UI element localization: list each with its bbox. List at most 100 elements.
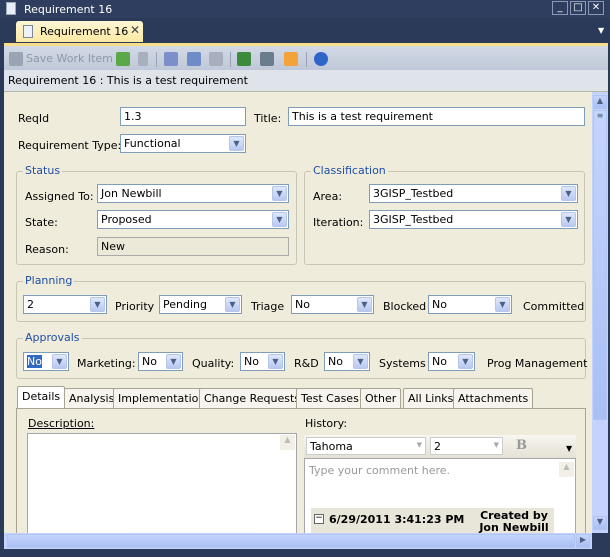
planning-group: Planning 2 ▼ Priority Pending ▼ Triage No ▼… (16, 274, 586, 322)
minimize-button[interactable]: _ (552, 1, 568, 15)
tab-list-dropdown-icon[interactable]: ▼ (598, 26, 604, 35)
scroll-up-icon[interactable]: ▲ (280, 435, 295, 450)
state-select[interactable]: Proposed ▼ (97, 210, 289, 229)
blocked-label: Blocked (383, 300, 427, 313)
details-panel: Description: ▲ History: Tahoma ▼ 2 ▼ B ▼ T… (16, 408, 586, 533)
history-label: History: (305, 417, 348, 430)
description-label: Description: (28, 417, 95, 430)
document-tab[interactable]: Requirement 16 ✕ (16, 21, 143, 42)
triage-select[interactable]: No ▼ (291, 295, 374, 314)
toolbar-overflow-icon[interactable]: ▼ (566, 444, 572, 453)
description-textarea[interactable]: ▲ (27, 433, 297, 533)
systems-select[interactable]: No ▼ (428, 352, 475, 371)
chevron-down-icon[interactable]: ▼ (268, 354, 283, 369)
triage-value: No (295, 298, 310, 311)
font-size-value: 2 (434, 440, 441, 453)
toolbar-separator (306, 52, 307, 67)
tab-all-links[interactable]: All Links (403, 388, 459, 409)
tab-analysis[interactable]: Analysis (64, 388, 120, 409)
tab-change-requests[interactable]: Change Requests (199, 388, 306, 409)
priority-value: Pending (163, 298, 207, 311)
marketing-value: No (142, 355, 157, 368)
vertical-scrollbar[interactable]: ▲ ≡ ▼ (592, 92, 608, 533)
chevron-down-icon[interactable]: ▼ (225, 297, 240, 312)
scroll-up-icon[interactable]: ▲ (559, 462, 574, 477)
chevron-down-icon[interactable]: ▼ (272, 212, 287, 227)
project-icon[interactable] (260, 52, 274, 66)
area-select[interactable]: 3GISP_Testbed ▼ (369, 184, 578, 203)
scroll-up-icon[interactable]: ▲ (593, 95, 607, 109)
excel-icon[interactable] (237, 52, 251, 66)
quality-select[interactable]: No ▼ (240, 352, 285, 371)
horizontal-scrollbar[interactable]: ▶ (4, 533, 592, 549)
rd-label: R&D (294, 357, 319, 370)
iteration-select[interactable]: 3GISP_Testbed ▼ (369, 210, 578, 229)
chevron-down-icon[interactable]: ▼ (229, 136, 244, 151)
chevron-down-icon[interactable]: ▼ (272, 186, 287, 201)
approvals-first-select[interactable]: No ▼ (23, 352, 69, 371)
close-tab-icon[interactable]: ✕ (130, 23, 140, 37)
approvals-group: Approvals No ▼ Marketing: No ▼ Quality: No… (16, 331, 587, 379)
outlook-icon[interactable] (284, 52, 298, 66)
tab-details[interactable]: Details (17, 386, 66, 409)
scroll-down-icon[interactable]: ▼ (593, 516, 607, 530)
systems-value: No (432, 355, 447, 368)
link-icon[interactable] (209, 52, 223, 66)
tab-implementation[interactable]: Implementation (113, 388, 211, 409)
toolbar-separator (156, 52, 157, 67)
scrollbar-thumb[interactable] (7, 534, 575, 548)
help-icon[interactable] (314, 52, 328, 66)
history-comment-area[interactable]: Type your comment here. ▲ − 6/29/2011 3:… (304, 458, 576, 533)
maximize-button[interactable]: □ (570, 1, 586, 15)
marketing-select[interactable]: No ▼ (138, 352, 183, 371)
tab-test-cases[interactable]: Test Cases (296, 388, 364, 409)
priority-select[interactable]: Pending ▼ (159, 295, 242, 314)
chevron-down-icon[interactable]: ▼ (166, 354, 181, 369)
marketing-label: Marketing: (77, 357, 136, 370)
document-tab-label: Requirement 16 (40, 25, 129, 38)
classification-group-title: Classification (311, 164, 388, 177)
chevron-down-icon[interactable]: ▼ (561, 212, 576, 227)
close-button[interactable]: ✕ (588, 1, 604, 15)
new-linked-item-icon[interactable] (164, 52, 178, 66)
chevron-down-icon[interactable]: ▼ (357, 297, 372, 312)
scroll-right-icon[interactable]: ▶ (576, 534, 590, 548)
chevron-down-icon[interactable]: ▼ (458, 354, 473, 369)
reqid-label: ReqId (18, 112, 50, 125)
toolbar: Save Work Item (4, 43, 608, 70)
collapse-icon[interactable]: − (314, 514, 324, 524)
chevron-down-icon[interactable]: ▼ (353, 354, 368, 369)
reqid-input[interactable]: 1.3 (120, 107, 246, 126)
rd-value: No (328, 355, 343, 368)
work-item-header: Requirement 16 : This is a test requirem… (4, 70, 608, 92)
planning-first-value: 2 (27, 298, 34, 311)
triage-label: Triage (251, 300, 285, 313)
font-size-select[interactable]: 2 ▼ (430, 437, 503, 455)
assigned-to-select[interactable]: Jon Newbill ▼ (97, 184, 289, 203)
bold-button[interactable]: B (516, 438, 527, 453)
planning-first-select[interactable]: 2 ▼ (23, 295, 107, 314)
tab-other[interactable]: Other (360, 388, 402, 409)
scrollbar-thumb[interactable]: ≡ (593, 110, 607, 420)
undo-icon[interactable] (138, 52, 148, 66)
status-group-title: Status (23, 164, 63, 177)
save-work-item-button[interactable]: Save Work Item (26, 52, 113, 65)
reason-field: New (97, 237, 289, 256)
rd-select[interactable]: No ▼ (324, 352, 370, 371)
title-input[interactable]: This is a test requirement (288, 107, 585, 126)
toolbar-separator (230, 52, 231, 67)
tab-attachments[interactable]: Attachments (453, 388, 534, 409)
document-icon (6, 2, 16, 15)
chevron-down-icon[interactable]: ▼ (90, 297, 105, 312)
copy-icon[interactable] (187, 52, 201, 66)
chevron-down-icon[interactable]: ▼ (561, 186, 576, 201)
state-label: State: (25, 216, 58, 229)
quality-value: No (244, 355, 259, 368)
blocked-select[interactable]: No ▼ (428, 295, 512, 314)
chevron-down-icon[interactable]: ▼ (52, 354, 67, 369)
requirement-type-select[interactable]: Functional ▼ (120, 134, 246, 153)
font-select[interactable]: Tahoma ▼ (306, 437, 426, 455)
refresh-icon[interactable] (116, 52, 130, 66)
chevron-down-icon[interactable]: ▼ (495, 297, 510, 312)
classification-group: Classification Area: 3GISP_Testbed ▼ Iter… (304, 164, 585, 265)
